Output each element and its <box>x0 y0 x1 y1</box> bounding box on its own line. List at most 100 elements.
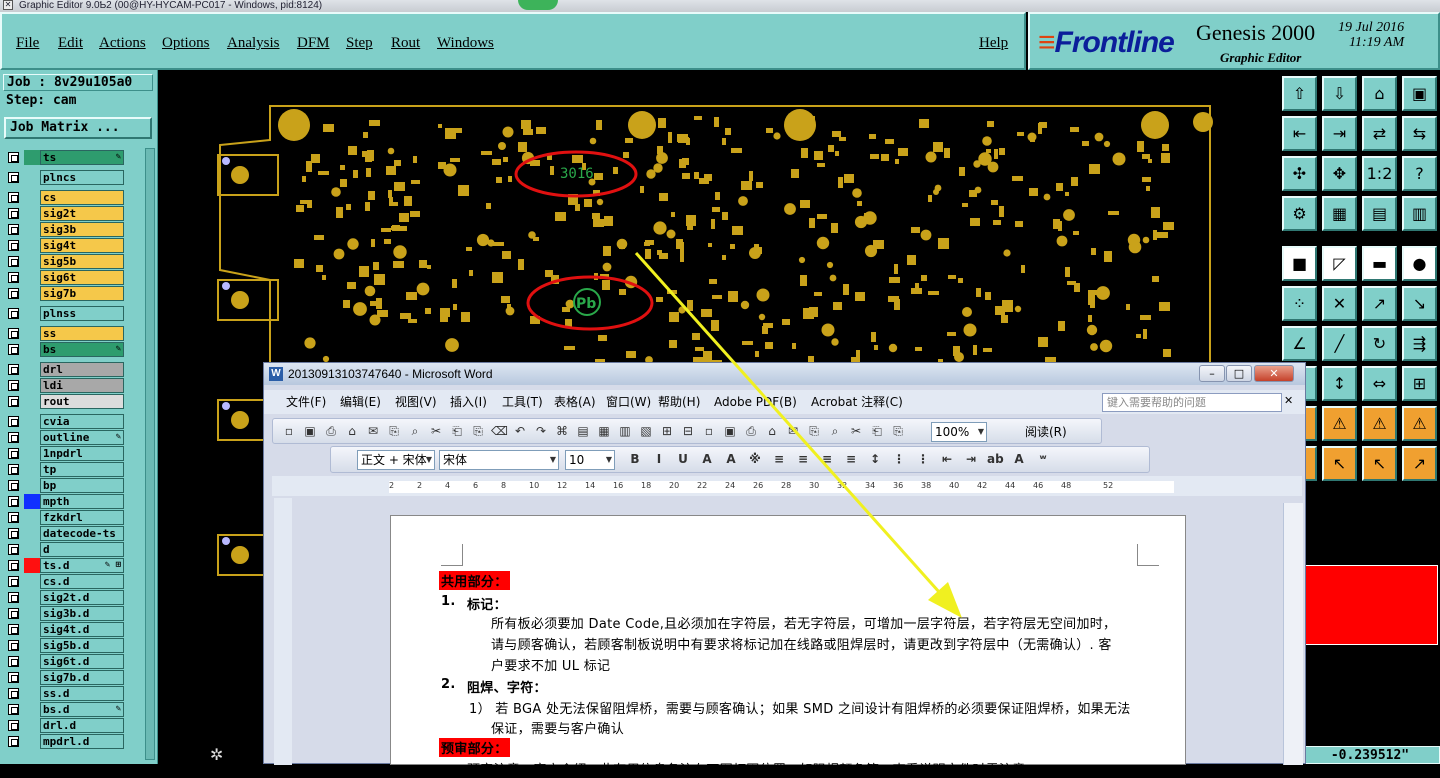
center-icon[interactable]: ✣ <box>1282 156 1317 191</box>
layer-name[interactable]: cvia <box>40 414 124 429</box>
menu-step[interactable]: Step <box>346 35 373 52</box>
layer-checkbox[interactable] <box>8 592 19 603</box>
layer-checkbox[interactable] <box>8 328 19 339</box>
menu-actions[interactable]: Actions <box>99 35 146 52</box>
layer-row[interactable]: fzkdrl <box>4 510 144 525</box>
layer-color-swatch[interactable] <box>24 558 40 573</box>
layer-name[interactable]: ts.d ✎ ⊞ <box>40 558 124 573</box>
toolbar-tool-icon[interactable]: ⊞ <box>659 423 675 439</box>
layer-name[interactable]: bs ✎ <box>40 342 124 357</box>
layer-color-swatch[interactable] <box>24 414 40 429</box>
layer-name[interactable]: drl <box>40 362 124 377</box>
layer-color-swatch[interactable] <box>24 478 40 493</box>
layer-checkbox[interactable] <box>8 528 19 539</box>
zoom-out-icon[interactable]: ⇩ <box>1322 76 1357 111</box>
minimize-button[interactable]: – <box>1199 365 1225 382</box>
layer-name[interactable]: sig3b.d <box>40 606 124 621</box>
layer-color-swatch[interactable] <box>24 222 40 237</box>
layer-color-swatch[interactable] <box>24 494 40 509</box>
layer-row[interactable]: sig7b.d <box>4 670 144 685</box>
layer-color-swatch[interactable] <box>24 622 40 637</box>
mirror-icon[interactable]: ⇔ <box>1362 366 1397 401</box>
layer-name[interactable]: sig4t <box>40 238 124 253</box>
layer-checkbox[interactable] <box>8 192 19 203</box>
zoom-in-icon[interactable]: ⇧ <box>1282 76 1317 111</box>
layer-row[interactable]: bs.d ✎ <box>4 702 144 717</box>
layer-checkbox[interactable] <box>8 432 19 443</box>
format-tool-icon[interactable]: ⇤ <box>939 451 955 467</box>
layer-row[interactable]: cvia <box>4 414 144 429</box>
layer-row[interactable]: sig2t <box>4 206 144 221</box>
layer-row[interactable]: ts.d ✎ ⊞ <box>4 558 144 573</box>
layer-color-swatch[interactable] <box>24 170 40 185</box>
layer-checkbox[interactable] <box>8 608 19 619</box>
pointer2-icon[interactable]: ↖ <box>1322 446 1357 481</box>
word-menu-item[interactable]: 文件(F) <box>286 390 326 414</box>
format-tool-icon[interactable]: ⋮ <box>915 451 931 467</box>
toolbar-tool-icon[interactable]: ⌕ <box>827 423 843 439</box>
toolbar-tool-icon[interactable]: ⌂ <box>344 423 360 439</box>
toolbar-tool-icon[interactable]: ✂ <box>848 423 864 439</box>
layers-icon[interactable]: ▤ <box>1362 196 1397 231</box>
line-icon[interactable]: ▬ <box>1362 246 1397 281</box>
layer-row[interactable]: sig3b.d <box>4 606 144 621</box>
menu-close-icon[interactable]: ✕ <box>1284 394 1293 407</box>
toolbar-tool-icon[interactable]: ⌫ <box>491 423 508 439</box>
toolbar-tool-icon[interactable]: ⎙ <box>323 423 339 439</box>
pointer4-icon[interactable]: ↗ <box>1402 446 1437 481</box>
word-window[interactable]: W 20130913103747640 - Microsoft Word – □… <box>263 362 1306 778</box>
maximize-button[interactable]: □ <box>1226 365 1252 382</box>
word-menu-item[interactable]: 窗口(W) <box>606 390 651 414</box>
close-icon[interactable]: ✕ <box>3 0 13 10</box>
drc2-icon[interactable]: ⚠ <box>1322 406 1357 441</box>
layer-row[interactable]: drl <box>4 362 144 377</box>
layer-checkbox[interactable] <box>8 496 19 507</box>
toolbar-tool-icon[interactable]: ▧ <box>638 423 654 439</box>
layer-checkbox[interactable] <box>8 576 19 587</box>
layer-name[interactable]: d <box>40 542 124 557</box>
format-tool-icon[interactable]: ≡ <box>795 451 811 467</box>
layer-name[interactable]: mpth <box>40 494 124 509</box>
group-icon[interactable]: ⊞ <box>1402 366 1437 401</box>
layer-color-swatch[interactable] <box>24 526 40 541</box>
layer-name[interactable]: plncs <box>40 170 124 185</box>
menu-help[interactable]: Help <box>979 35 1008 52</box>
layer-name[interactable]: cs.d <box>40 574 124 589</box>
layer-checkbox[interactable] <box>8 380 19 391</box>
layer-color-swatch[interactable] <box>24 606 40 621</box>
layer-row[interactable]: sig4t <box>4 238 144 253</box>
font-size-select[interactable]: 10 <box>565 450 615 470</box>
font-select[interactable]: 宋体 <box>439 450 559 470</box>
toolbar-tool-icon[interactable]: ⎘ <box>470 423 486 439</box>
zoom-select[interactable]: 100% <box>931 422 987 442</box>
read-mode-button[interactable]: 阅读(R) <box>1025 423 1067 440</box>
format-tool-icon[interactable]: A <box>1011 451 1027 467</box>
layer-checkbox[interactable] <box>8 688 19 699</box>
layer-name[interactable]: plnss <box>40 306 124 321</box>
slash-icon[interactable]: ╱ <box>1322 326 1357 361</box>
layer-name[interactable]: mpdrl.d <box>40 734 124 749</box>
layer-row[interactable]: rout <box>4 394 144 409</box>
layer-name[interactable]: bs.d ✎ <box>40 702 124 717</box>
format-tool-icon[interactable]: ≡ <box>771 451 787 467</box>
layer-name[interactable]: tp <box>40 462 124 477</box>
layer-row[interactable]: tp <box>4 462 144 477</box>
layer-name[interactable]: sig2t <box>40 206 124 221</box>
layer-name[interactable]: fzkdrl <box>40 510 124 525</box>
toolbar-tool-icon[interactable]: ⎘ <box>890 423 906 439</box>
align-icon[interactable]: ↕ <box>1322 366 1357 401</box>
layer-color-swatch[interactable] <box>24 574 40 589</box>
layer-name[interactable]: 1npdrl <box>40 446 124 461</box>
layer-name[interactable]: datecode-ts <box>40 526 124 541</box>
layer-name[interactable]: ts ✎ <box>40 150 124 165</box>
layer-color-swatch[interactable] <box>24 394 40 409</box>
layer-row[interactable]: ss <box>4 326 144 341</box>
layer-checkbox[interactable] <box>8 544 19 555</box>
vertical-ruler[interactable] <box>274 498 292 765</box>
layer-checkbox[interactable] <box>8 672 19 683</box>
layer-color-swatch[interactable] <box>24 686 40 701</box>
layer-name[interactable]: sig6t.d <box>40 654 124 669</box>
format-tool-icon[interactable]: I <box>651 451 667 467</box>
menu-rout[interactable]: Rout <box>391 35 420 52</box>
layer-row[interactable]: plnss <box>4 306 144 321</box>
